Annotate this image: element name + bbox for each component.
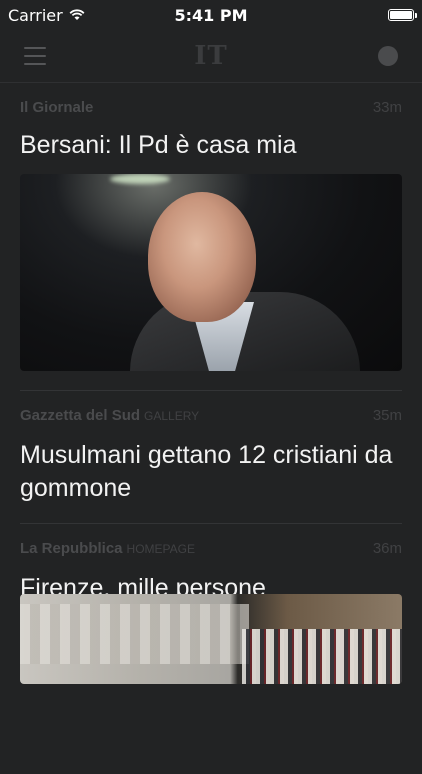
article-source: Il Giornale <box>20 99 94 116</box>
article-source: Gazzetta del Sud <box>20 407 141 424</box>
article-card[interactable]: Il Giornale 33m Bersani: Il Pd è casa mi… <box>0 83 422 391</box>
battery-icon <box>388 9 417 21</box>
article-meta: Gazzetta del Sud GALLERY 35m <box>20 407 402 424</box>
carrier-label: Carrier <box>8 5 63 25</box>
article-photo[interactable] <box>20 174 402 371</box>
hamburger-menu-icon[interactable] <box>24 47 46 65</box>
profile-icon[interactable] <box>378 46 398 66</box>
article-source: La Repubblica <box>20 540 123 557</box>
article-photo[interactable] <box>20 594 402 684</box>
article-meta: Il Giornale 33m <box>20 99 402 116</box>
app-logo: IT <box>194 41 228 71</box>
nav-bar: IT <box>0 30 422 83</box>
status-bar: Carrier 5:41 PM <box>0 0 422 30</box>
article-tag: HOMEPAGE <box>126 542 195 556</box>
article-headline[interactable]: Musulmani gettano 12 cristiani da gommon… <box>20 439 408 505</box>
article-card[interactable]: Gazzetta del Sud GALLERY 35m Musulmani ge… <box>0 391 422 524</box>
status-right <box>388 9 422 21</box>
article-headline[interactable]: Bersani: Il Pd è casa mia <box>20 129 408 162</box>
article-time: 35m <box>372 407 402 424</box>
article-time: 33m <box>372 99 402 116</box>
article-time: 36m <box>372 540 402 557</box>
status-left: Carrier <box>0 6 85 25</box>
article-meta: La Repubblica HOMEPAGE 36m <box>20 540 402 557</box>
article-tag: GALLERY <box>144 409 200 423</box>
wifi-icon <box>69 6 85 25</box>
